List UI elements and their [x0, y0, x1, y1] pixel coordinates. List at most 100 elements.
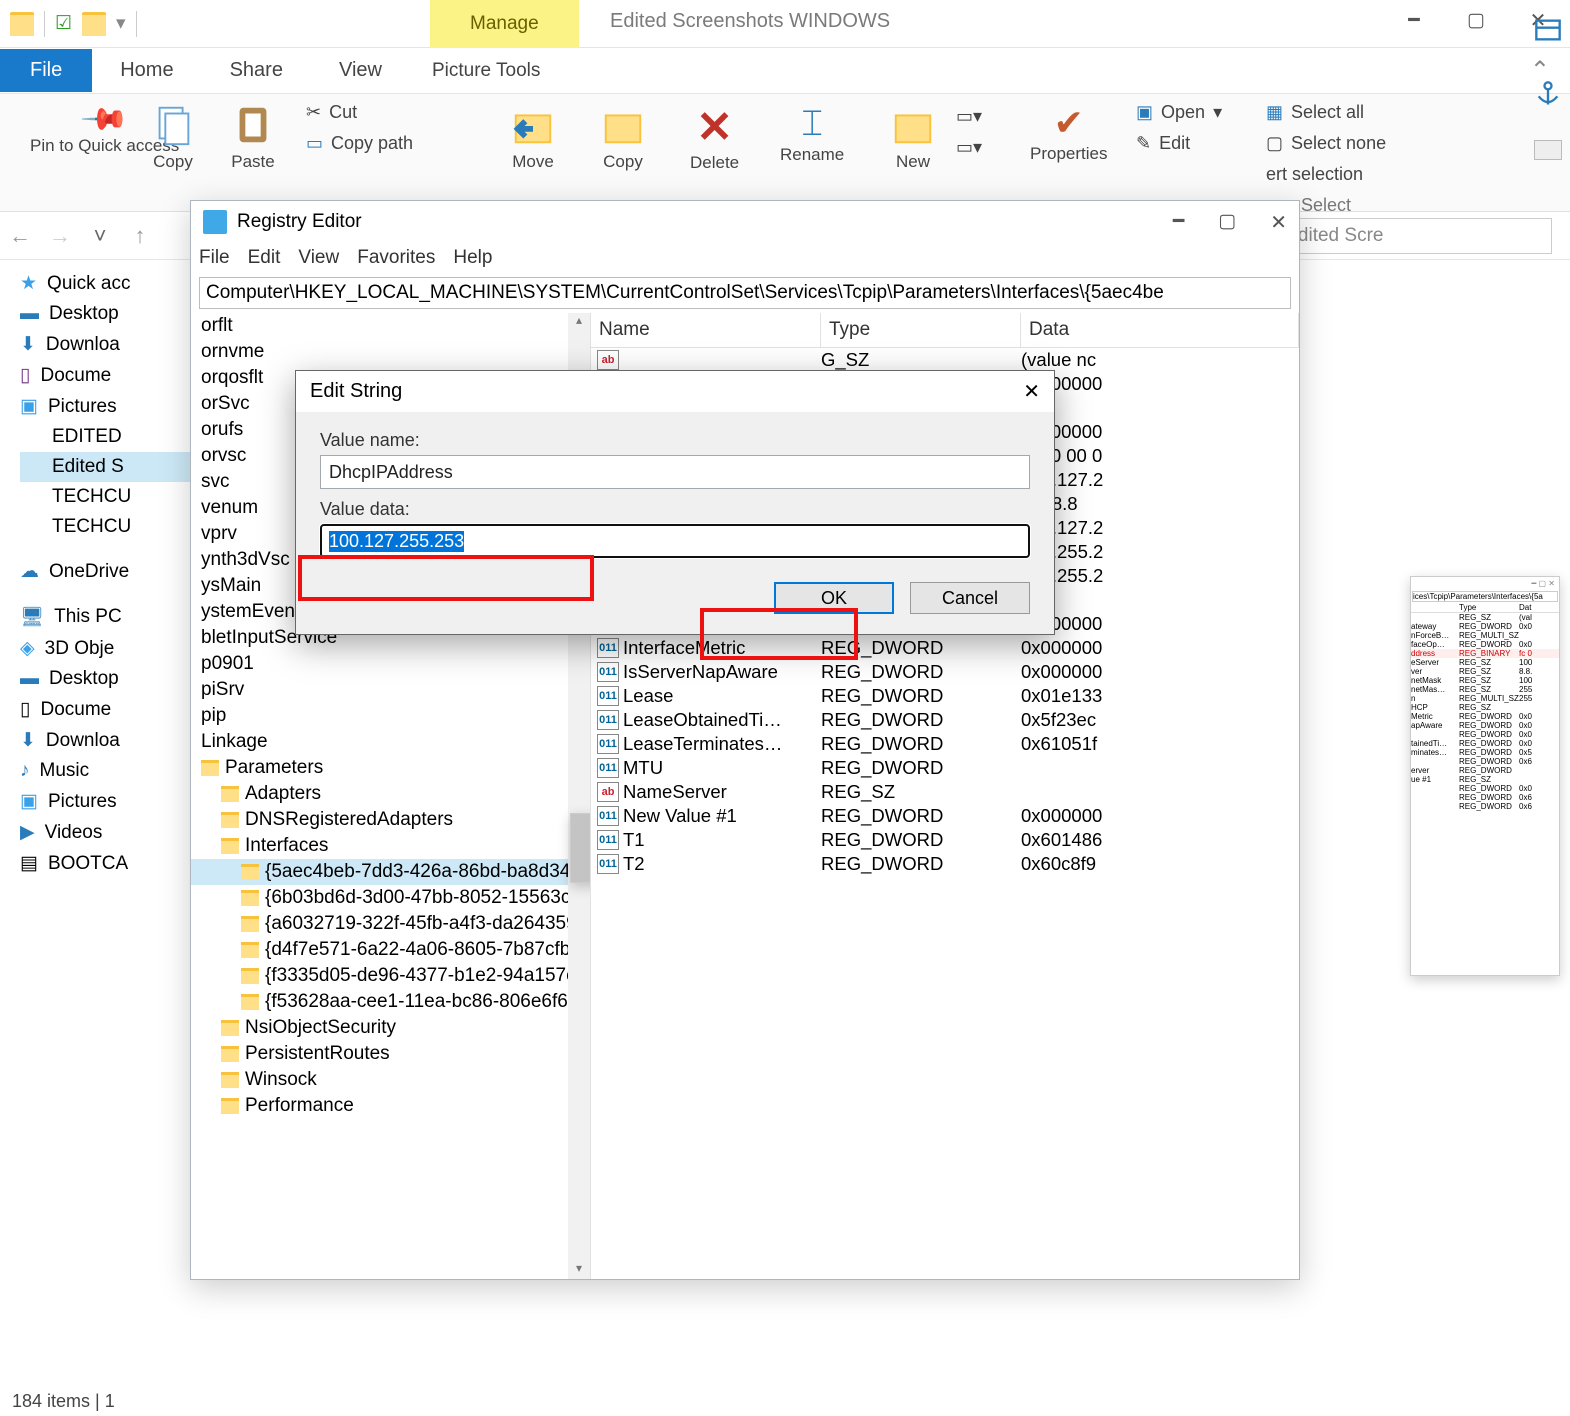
view-tab[interactable]: View — [311, 49, 410, 92]
menu-view[interactable]: View — [298, 247, 339, 269]
menu-help[interactable]: Help — [453, 247, 492, 269]
delete-icon[interactable]: ✕ — [696, 102, 733, 153]
easyaccess-button[interactable]: ▭▾ — [950, 135, 988, 160]
column-headers[interactable]: Name Type Data — [591, 313, 1299, 348]
value-data-field[interactable] — [320, 524, 1030, 558]
tree-node[interactable]: {d4f7e571-6a22-4a06-8605-7b87cfb0bd06} — [191, 937, 590, 963]
value-row[interactable]: 011New Value #1REG_DWORD0x000000 — [591, 804, 1299, 828]
tree-node[interactable]: DNSRegisteredAdapters — [191, 807, 590, 833]
cancel-button[interactable]: Cancel — [910, 582, 1030, 614]
col-data[interactable]: Data — [1021, 313, 1299, 347]
panel-icon[interactable] — [1534, 16, 1562, 44]
picture-tools-tab[interactable]: Picture Tools — [410, 50, 562, 92]
menu-favorites[interactable]: Favorites — [357, 247, 435, 269]
pictures-node[interactable]: ▣Pictures — [20, 391, 190, 422]
documents-node[interactable]: ▯Docume — [20, 360, 190, 391]
3d-node[interactable]: ◈3D Obje — [20, 633, 190, 664]
desktop2-node[interactable]: ▬Desktop — [20, 664, 190, 694]
downloads-node[interactable]: ⬇Downloa — [20, 329, 190, 360]
value-row[interactable]: 011LeaseTerminates…REG_DWORD0x61051f — [591, 732, 1299, 756]
rename-icon[interactable]: ⌶ — [801, 102, 823, 145]
anchor-icon[interactable] — [1534, 80, 1562, 108]
close-button[interactable]: ✕ — [1023, 379, 1040, 404]
properties-icon[interactable]: ✔ — [1054, 102, 1084, 144]
maximize-button[interactable]: ▢ — [1218, 210, 1236, 235]
newitem-button[interactable]: ▭▾ — [950, 104, 988, 129]
scroll-down-icon[interactable]: ▾ — [568, 1261, 590, 1279]
close-button[interactable]: ✕ — [1270, 210, 1287, 235]
tree-node[interactable]: Parameters — [191, 755, 590, 781]
panel-button[interactable] — [1534, 140, 1562, 160]
regedit-titlebar[interactable]: Registry Editor ━ ▢ ✕ — [191, 201, 1299, 243]
pictures2-node[interactable]: ▣Pictures — [20, 786, 190, 817]
copyto-icon[interactable] — [600, 102, 646, 148]
folder-node[interactable]: EDITED — [20, 422, 190, 452]
folder-node[interactable]: TECHCU — [20, 482, 190, 512]
tree-node[interactable]: Interfaces — [191, 833, 590, 859]
menu-file[interactable]: File — [199, 247, 230, 269]
value-row[interactable]: 011LeaseREG_DWORD0x01e133 — [591, 684, 1299, 708]
thispc-node[interactable]: 🖥This PC — [20, 601, 190, 633]
checkbox-icon[interactable]: ☑ — [55, 12, 72, 35]
tree-node[interactable]: pip — [191, 703, 590, 729]
docs2-node[interactable]: ▯Docume — [20, 694, 190, 725]
tree-node[interactable]: {6b03bd6d-3d00-47bb-8052-15563c283ebe — [191, 885, 590, 911]
manage-tab[interactable]: Manage — [430, 0, 579, 48]
tree-node[interactable]: {a6032719-322f-45fb-a4f3-da2643591a5d} — [191, 911, 590, 937]
cut-button[interactable]: ✂Cut — [300, 100, 419, 125]
tree-node[interactable]: {5aec4beb-7dd3-426a-86bd-ba8d34636ffe} — [191, 859, 590, 885]
invert-button[interactable]: ert selection — [1260, 162, 1392, 187]
tree-node[interactable]: {f3335d05-de96-4377-b1e2-94a157e647b0 — [191, 963, 590, 989]
history-button[interactable]: ˅ — [80, 223, 120, 249]
value-row[interactable]: 011InterfaceMetricREG_DWORD0x000000 — [591, 636, 1299, 660]
scroll-thumb[interactable] — [570, 813, 591, 883]
ok-button[interactable]: OK — [774, 582, 894, 614]
copypath-button[interactable]: ▭Copy path — [300, 131, 419, 156]
downloads2-node[interactable]: ⬇Downloa — [20, 725, 190, 756]
tree-node[interactable]: Adapters — [191, 781, 590, 807]
selectnone-button[interactable]: ▢Select none — [1260, 131, 1392, 156]
selectall-button[interactable]: ▦Select all — [1260, 100, 1392, 125]
videos-node[interactable]: ▶Videos — [20, 817, 190, 848]
share-tab[interactable]: Share — [202, 49, 311, 92]
value-row[interactable]: 011LeaseObtainedTi…REG_DWORD0x5f23ec — [591, 708, 1299, 732]
tree-node[interactable]: p0901 — [191, 651, 590, 677]
tree-node[interactable]: Performance — [191, 1093, 590, 1119]
tree-node[interactable]: ornvme — [191, 339, 590, 365]
tree-node[interactable]: Winsock — [191, 1067, 590, 1093]
quick-access-node[interactable]: ★Quick acc — [20, 268, 190, 299]
value-row[interactable]: abG_SZ(value nc — [591, 348, 1299, 372]
col-name[interactable]: Name — [591, 313, 821, 347]
value-row[interactable]: 011IsServerNapAwareREG_DWORD0x000000 — [591, 660, 1299, 684]
scroll-up-icon[interactable]: ▴ — [568, 313, 590, 331]
explorer-tree[interactable]: ★Quick acc ▬Desktop ⬇Downloa ▯Docume ▣Pi… — [0, 260, 190, 1388]
up-button[interactable]: ↑ — [120, 223, 160, 249]
open-button[interactable]: ▣Open ▾ — [1130, 100, 1228, 125]
tree-node[interactable]: orflt — [191, 313, 590, 339]
tree-node[interactable]: NsiObjectSecurity — [191, 1015, 590, 1041]
regedit-path[interactable]: Computer\HKEY_LOCAL_MACHINE\SYSTEM\Curre… — [199, 277, 1291, 309]
copy-icon[interactable] — [150, 102, 196, 148]
paste-icon[interactable] — [230, 102, 276, 148]
file-tab[interactable]: File — [0, 49, 92, 92]
col-type[interactable]: Type — [821, 313, 1021, 347]
home-tab[interactable]: Home — [92, 49, 201, 92]
newfolder-icon[interactable] — [890, 102, 936, 148]
tree-node[interactable]: PersistentRoutes — [191, 1041, 590, 1067]
tree-node[interactable]: Linkage — [191, 729, 590, 755]
forward-button[interactable]: → — [40, 223, 80, 249]
minimize-button[interactable]: ━ — [1383, 0, 1445, 40]
folder-node-selected[interactable]: Edited S — [20, 452, 190, 482]
tree-node[interactable]: piSrv — [191, 677, 590, 703]
music-node[interactable]: ♪Music — [20, 756, 190, 786]
tree-node[interactable]: {f53628aa-cee1-11ea-bc86-806e6f6e6963} — [191, 989, 590, 1015]
moveto-icon[interactable] — [510, 102, 556, 148]
menu-edit[interactable]: Edit — [248, 247, 281, 269]
back-button[interactable]: ← — [0, 223, 40, 249]
value-row[interactable]: 011MTUREG_DWORD — [591, 756, 1299, 780]
value-row[interactable]: abNameServerREG_SZ — [591, 780, 1299, 804]
edit-button[interactable]: ✎Edit — [1130, 131, 1228, 156]
onedrive-node[interactable]: ☁OneDrive — [20, 556, 190, 587]
drive-node[interactable]: ▤BOOTCA — [20, 848, 190, 879]
maximize-button[interactable]: ▢ — [1445, 0, 1507, 40]
